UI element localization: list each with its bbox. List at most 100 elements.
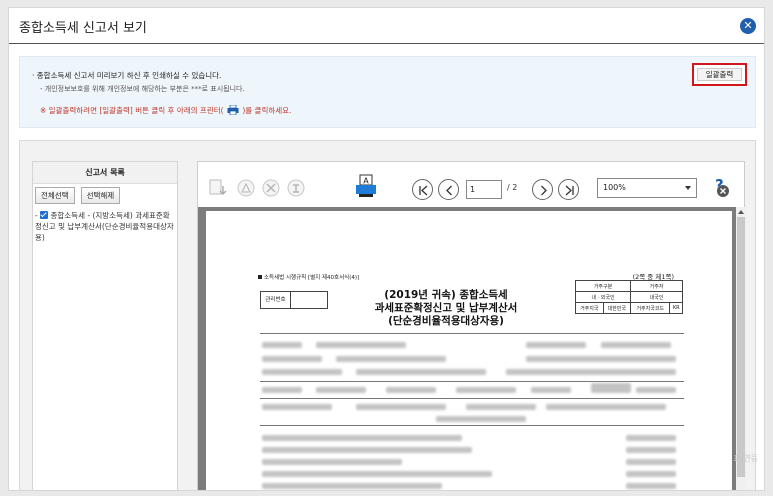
list-button-row: 전체선택 선택해제 bbox=[35, 187, 121, 204]
batch-print-button[interactable]: 일괄출력 bbox=[692, 63, 747, 86]
scroll-thumb[interactable] bbox=[737, 217, 745, 477]
redacted-field bbox=[262, 447, 472, 453]
redacted-field bbox=[436, 416, 526, 422]
redacted-field bbox=[262, 435, 462, 441]
batch-print-label: 일괄출력 bbox=[697, 68, 742, 81]
redacted-field bbox=[456, 387, 516, 393]
redacted-field bbox=[262, 471, 492, 477]
redacted-field bbox=[466, 404, 536, 410]
redacted-field bbox=[356, 404, 446, 410]
pdf-icon[interactable] bbox=[236, 178, 256, 198]
watermark-text: 표 연등 bbox=[733, 454, 758, 463]
redacted-field bbox=[636, 387, 676, 393]
last-page-icon bbox=[565, 185, 574, 196]
report-list-item[interactable]: - 종합소득세 - (지방소득세) 과세표준확정신고 및 납부계산서(단순경비율… bbox=[35, 210, 175, 243]
scroll-up-icon[interactable] bbox=[738, 210, 744, 214]
report-list-header: 신고서 목록 bbox=[33, 162, 177, 184]
redacted-field bbox=[591, 383, 631, 393]
report-item-label: 종합소득세 - (지방소득세) 과세표준확정신고 및 납부계산서(단순경비율적용… bbox=[35, 211, 174, 242]
prev-page-icon bbox=[446, 185, 452, 196]
hint-suffix: )를 클릭하세요. bbox=[242, 106, 292, 115]
dialog-title: 종합소득세 신고서 보기 bbox=[19, 21, 147, 36]
redacted-field bbox=[626, 459, 676, 465]
redacted-field bbox=[506, 369, 676, 375]
privacy-text: - 개인정보보호를 위해 개인정보에 해당하는 부분은 ***로 표시됩니다. bbox=[40, 85, 245, 93]
prev-page-button[interactable] bbox=[438, 179, 459, 200]
first-page-button[interactable] bbox=[412, 179, 433, 200]
help-close-icon[interactable]: ? bbox=[708, 175, 732, 199]
document-area: 소득세법 시행규칙 [별지 제40호서식(4)] (2쪽 중 제1쪽) 관리번호… bbox=[198, 207, 746, 490]
title-line-3: (단순경비율적용대상자용) bbox=[388, 315, 504, 327]
document-page: 소득세법 시행규칙 [별지 제40호서식(4)] (2쪽 중 제1쪽) 관리번호… bbox=[206, 211, 732, 490]
page-number-input[interactable]: 1 bbox=[466, 180, 502, 199]
title-line-1: (2019년 귀속) 종합소득세 bbox=[384, 289, 508, 301]
redacted-field bbox=[262, 459, 402, 465]
save-icon[interactable] bbox=[208, 178, 228, 198]
redacted-field bbox=[262, 356, 322, 362]
redacted-field bbox=[356, 369, 486, 375]
residency-table: 거주구분 거주자 내 · 외국인 내국인 거주지국 대한민국 거주지국코드 KR bbox=[574, 280, 683, 314]
redacted-field bbox=[626, 447, 676, 453]
management-number-label: 관리번호 bbox=[261, 292, 291, 308]
residency-cell: 거주지국코드 bbox=[630, 302, 671, 314]
svg-text:A: A bbox=[363, 177, 369, 186]
hint-prefix: ※ 일괄출력하려면 [일괄출력] 버튼 클릭 후 아래의 프린터( bbox=[40, 106, 224, 115]
residency-cell: 거주구분 bbox=[574, 280, 632, 292]
deselect-button[interactable]: 선택해제 bbox=[80, 187, 121, 204]
notice-text: · 종합소득세 신고서 미리보기 하신 후 인쇄하실 수 있습니다. bbox=[32, 71, 222, 80]
form-header: 소득세법 시행규칙 [별지 제40호서식(4)] bbox=[258, 273, 359, 281]
redacted-field bbox=[336, 356, 446, 362]
redacted-field bbox=[262, 387, 302, 393]
print-icon[interactable]: A bbox=[355, 174, 377, 198]
redacted-field bbox=[546, 404, 666, 410]
redacted-field bbox=[626, 435, 676, 441]
document-viewer: A 1 / 2 100% ? 소득세법 시행규칙 [별지 제40호서식(4)] … bbox=[197, 161, 746, 490]
zoom-value: 100% bbox=[603, 183, 626, 192]
redacted-field bbox=[531, 387, 571, 393]
first-page-icon bbox=[419, 185, 428, 196]
redacted-field bbox=[316, 387, 366, 393]
batch-print-hint: ※ 일괄출력하려면 [일괄출력] 버튼 클릭 후 아래의 프린터( )를 클릭하… bbox=[40, 105, 291, 116]
redacted-field bbox=[526, 342, 586, 348]
form-rule bbox=[260, 381, 684, 382]
main-area: 신고서 목록 전체선택 선택해제 - 종합소득세 - (지방소득세) 과세표준확… bbox=[19, 140, 756, 490]
management-number-box: 관리번호 bbox=[260, 291, 328, 309]
form-rule bbox=[260, 333, 684, 334]
redacted-field bbox=[626, 471, 676, 477]
redacted-field bbox=[262, 404, 332, 410]
residency-cell: 대한민국 bbox=[602, 302, 632, 314]
redacted-field bbox=[262, 369, 342, 375]
select-all-button[interactable]: 전체선택 bbox=[35, 187, 75, 204]
document-title: (2019년 귀속) 종합소득세 과세표준확정신고 및 납부계산서 (단순경비율… bbox=[346, 289, 546, 328]
report-list-panel: 신고서 목록 전체선택 선택해제 - 종합소득세 - (지방소득세) 과세표준확… bbox=[32, 161, 178, 490]
redacted-field bbox=[262, 342, 302, 348]
printer-icon bbox=[227, 105, 239, 115]
title-line-2: 과세표준확정신고 및 납부계산서 bbox=[374, 302, 518, 314]
next-page-icon bbox=[541, 185, 547, 196]
chevron-down-icon bbox=[685, 186, 691, 190]
redacted-field bbox=[601, 342, 671, 348]
zoom-select[interactable]: 100% bbox=[597, 178, 697, 198]
title-bar: 종합소득세 신고서 보기 ✕ bbox=[9, 8, 764, 44]
redacted-field bbox=[526, 356, 676, 362]
vertical-scrollbar[interactable] bbox=[736, 207, 746, 490]
residency-cell: 거주자 bbox=[630, 280, 683, 292]
next-page-button[interactable] bbox=[532, 179, 553, 200]
dialog-window: 종합소득세 신고서 보기 ✕ · 종합소득세 신고서 미리보기 하신 후 인쇄하… bbox=[8, 7, 765, 491]
hwp-icon[interactable] bbox=[286, 178, 306, 198]
residency-cell: KR bbox=[669, 302, 683, 314]
page-total: / 2 bbox=[507, 183, 518, 192]
redacted-field bbox=[386, 387, 436, 393]
last-page-button[interactable] bbox=[558, 179, 579, 200]
form-rule bbox=[260, 425, 684, 426]
residency-cell: 내 · 외국인 bbox=[574, 291, 632, 303]
residency-cell: 거주지국 bbox=[575, 302, 604, 314]
redacted-field bbox=[316, 342, 406, 348]
redacted-field bbox=[626, 483, 676, 489]
viewer-toolbar: A 1 / 2 100% ? bbox=[198, 162, 744, 207]
checkbox-checked[interactable] bbox=[40, 211, 49, 219]
close-icon[interactable]: ✕ bbox=[740, 18, 756, 34]
excel-icon[interactable] bbox=[261, 178, 281, 198]
residency-cell: 내국인 bbox=[630, 291, 683, 303]
form-rule bbox=[260, 398, 684, 399]
